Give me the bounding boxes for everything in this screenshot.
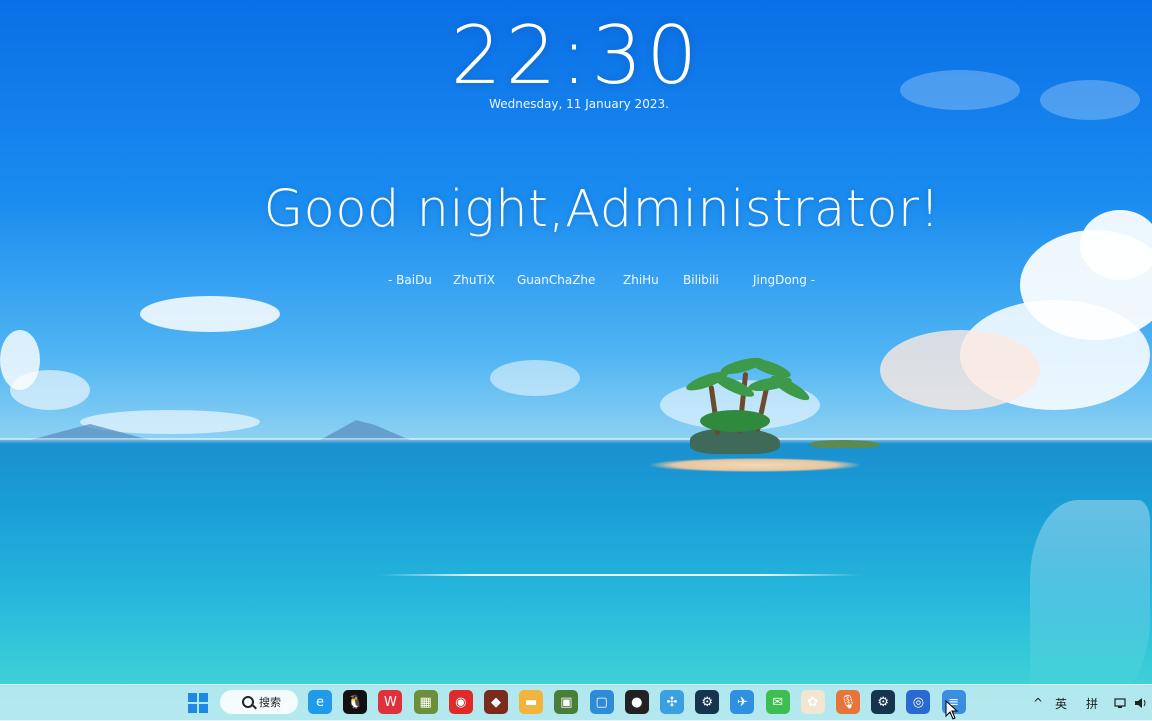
remote-desktop-icon-glyph: ◎ <box>912 694 925 710</box>
telegram-icon-glyph: ✈ <box>736 694 748 710</box>
weibo-icon-glyph: W <box>383 694 397 710</box>
start-button[interactable] <box>188 693 208 713</box>
taskbar-search-button[interactable]: 搜索 <box>220 690 298 714</box>
qq-icon[interactable]: 🐧 <box>343 690 368 714</box>
taskbar-search-label: 搜索 <box>259 696 281 709</box>
steam-2-icon-glyph: ⚙ <box>877 694 890 710</box>
telegram-icon[interactable]: ✈ <box>730 690 755 714</box>
vmware-icon-glyph: ▢ <box>595 694 608 710</box>
obs-icon-glyph: ● <box>631 694 643 710</box>
search-icon <box>242 696 254 708</box>
microphone-icon[interactable]: 🎙 <box>836 690 860 714</box>
quick-links: - BaiDu ZhuTiX GuanChaZhe ZhiHu Bilibili… <box>0 273 1152 289</box>
wechat-icon[interactable]: ✉ <box>765 690 790 714</box>
edge-icon-glyph: e <box>316 694 324 710</box>
minecraft-icon-glyph: ▦ <box>419 694 432 710</box>
cloud <box>140 296 280 332</box>
taskbar: 搜索 e 🐧 W ▦ ◉ ◆ ▬ ▣ ▢ ● ✣ ⚙ ✈ ✉ ✿ 🎙 ⚙ ◎ ≡ ^ 英 拼 <box>0 684 1152 721</box>
link-bilibili[interactable]: Bilibili <box>683 273 719 287</box>
horizon <box>0 438 1152 444</box>
netease-music-icon-glyph: ◉ <box>455 694 467 710</box>
cloud <box>10 370 90 410</box>
ime-mode-indicator[interactable]: 拼 <box>1086 685 1098 721</box>
pinwheel-icon[interactable]: ✣ <box>660 690 684 714</box>
tray-overflow-button[interactable]: ^ <box>1033 685 1043 721</box>
search-underline[interactable] <box>380 574 860 576</box>
netease-music-icon[interactable]: ◉ <box>448 690 473 714</box>
island-bushes <box>700 410 770 432</box>
mouse-cursor-icon <box>945 700 959 720</box>
cloud <box>880 330 1040 410</box>
ime-language-indicator[interactable]: 英 <box>1055 685 1067 721</box>
link-zhihu[interactable]: ZhiHu <box>623 273 659 287</box>
file-explorer-icon-glyph: ▬ <box>525 694 538 710</box>
edge-icon[interactable]: e <box>308 690 332 714</box>
file-explorer-icon[interactable]: ▬ <box>519 690 544 714</box>
link-zhutix[interactable]: ZhuTiX <box>453 273 495 287</box>
island-sand <box>650 458 860 472</box>
cloud-reflection <box>1030 500 1150 700</box>
remote-desktop-icon[interactable]: ◎ <box>906 690 931 714</box>
weibo-icon[interactable]: W <box>378 690 403 714</box>
game-avatar-icon[interactable]: ◆ <box>484 690 508 714</box>
game-launcher-icon[interactable]: ▣ <box>554 690 579 714</box>
wechat-icon-glyph: ✉ <box>772 694 784 710</box>
network-icon[interactable] <box>1114 685 1128 721</box>
steam-icon-glyph: ⚙ <box>701 694 714 710</box>
link-guanchazhe[interactable]: GuanChaZhe <box>517 273 595 287</box>
vmware-icon[interactable]: ▢ <box>589 690 614 714</box>
pinwheel-icon-glyph: ✣ <box>666 694 678 710</box>
anime-app-icon[interactable]: ✿ <box>800 690 825 714</box>
cloud <box>490 360 580 396</box>
microphone-icon-glyph: 🎙 <box>839 694 857 710</box>
link-jingdong[interactable]: JingDong - <box>753 273 815 287</box>
island-grass <box>810 440 880 448</box>
game-avatar-icon-glyph: ◆ <box>491 694 501 710</box>
qq-icon-glyph: 🐧 <box>347 694 364 710</box>
link-baidu[interactable]: - BaiDu <box>388 273 432 287</box>
obs-icon[interactable]: ● <box>624 690 649 714</box>
steam-icon[interactable]: ⚙ <box>695 690 720 714</box>
anime-app-icon-glyph: ✿ <box>807 694 819 710</box>
clock-time: 22:30 <box>450 9 702 102</box>
greeting-text: Good night,Administrator! <box>263 180 941 239</box>
chevron-up-icon: ^ <box>1033 696 1044 710</box>
volume-icon[interactable] <box>1134 685 1148 721</box>
steam-2-icon[interactable]: ⚙ <box>871 690 896 714</box>
game-launcher-icon-glyph: ▣ <box>560 694 573 710</box>
sea <box>0 440 1152 720</box>
clock-date: Wednesday, 11 January 2023. <box>489 97 669 111</box>
minecraft-icon[interactable]: ▦ <box>413 690 438 714</box>
